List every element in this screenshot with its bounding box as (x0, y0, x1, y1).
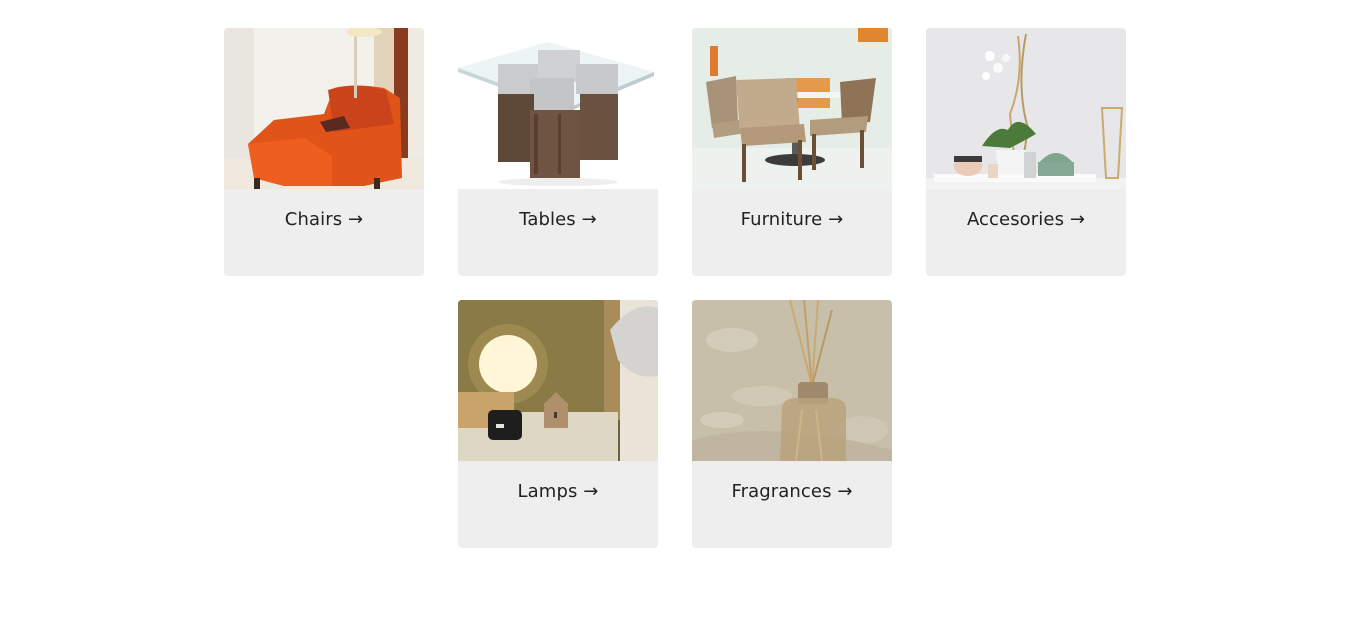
category-card-lamps[interactable]: Lamps → (458, 300, 658, 548)
category-card-chairs[interactable]: Chairs → (224, 28, 424, 276)
fragrances-image (692, 300, 892, 461)
category-label: Chairs → (284, 209, 364, 230)
category-label: Furniture → (740, 209, 844, 230)
category-label: Tables → (519, 209, 597, 230)
furniture-image (692, 28, 892, 189)
category-card-accesories[interactable]: Accesories → (926, 28, 1126, 276)
category-card-fragrances[interactable]: Fragrances → (692, 300, 892, 548)
category-label: Lamps → (517, 481, 599, 502)
category-label: Accesories → (966, 209, 1086, 230)
category-card-furniture[interactable]: Furniture → (692, 28, 892, 276)
chairs-image (224, 28, 424, 189)
tables-image (458, 28, 658, 189)
category-label: Fragrances → (731, 481, 853, 502)
category-grid: Chairs → Tables → Furniture → Accesories… (0, 0, 1349, 643)
lamps-image (458, 300, 658, 461)
accesories-image (926, 28, 1126, 189)
category-card-tables[interactable]: Tables → (458, 28, 658, 276)
